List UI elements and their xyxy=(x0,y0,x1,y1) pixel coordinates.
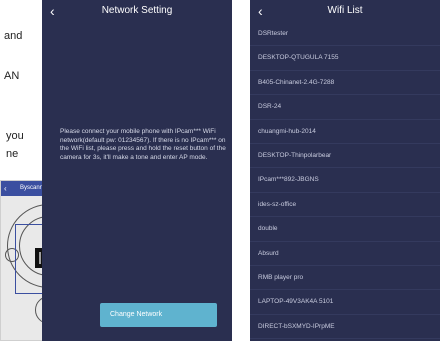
wifi-list-item[interactable]: Absurd xyxy=(250,242,440,266)
wifi-list-item[interactable]: B405-Chinanet-2.4G-7288 xyxy=(250,71,440,96)
document-text-fragment: AN xyxy=(4,70,20,82)
chevron-left-icon[interactable]: ‹ xyxy=(258,0,263,22)
wifi-list-item[interactable]: LAPTOP-49V3AK4A 5101 xyxy=(250,290,440,315)
document-text-fragment: you xyxy=(6,130,24,142)
document-text-fragment: ne xyxy=(6,148,19,160)
wifi-list: DSRtester DESKTOP-QTUGULA 7155 B405-Chin… xyxy=(250,22,440,340)
instructions-text: Please connect your mobile phone with IP… xyxy=(60,128,226,161)
wifi-list-item[interactable]: DSR-24 xyxy=(250,95,440,120)
wifi-list-item[interactable]: chuangmi-hub-2014 xyxy=(250,120,440,144)
wifi-list-screen: ‹ Wifi List DSRtester DESKTOP-QTUGULA 71… xyxy=(250,0,440,341)
network-setting-screen: ‹ Network Setting Please connect your mo… xyxy=(42,0,232,341)
wifi-list-item[interactable]: DIRECT-bSXMYD-IPrpME xyxy=(250,315,440,340)
document-text-fragment: and xyxy=(4,30,23,42)
page-title: Network Setting xyxy=(101,5,173,16)
chevron-left-icon[interactable]: ‹ xyxy=(4,181,7,196)
wifi-list-item[interactable]: RMB player pro xyxy=(250,266,440,291)
wifi-list-item[interactable]: DESKTOP-QTUGULA 7155 xyxy=(250,46,440,71)
wifi-list-item[interactable]: ides-sz-office xyxy=(250,193,440,218)
network-navbar: ‹ Network Setting xyxy=(42,0,232,22)
wifi-list-item[interactable]: DESKTOP-Thinpolarbear xyxy=(250,144,440,169)
change-network-button[interactable]: Change Network xyxy=(100,303,217,327)
chevron-left-icon[interactable]: ‹ xyxy=(50,0,55,22)
wifi-list-item[interactable]: double xyxy=(250,217,440,242)
wifi-navbar: ‹ Wifi List xyxy=(250,0,440,22)
wifi-list-item[interactable]: IPcam***892-JBGNS xyxy=(250,168,440,193)
page-title: Wifi List xyxy=(327,5,363,16)
wifi-list-item[interactable]: DSRtester xyxy=(250,22,440,47)
